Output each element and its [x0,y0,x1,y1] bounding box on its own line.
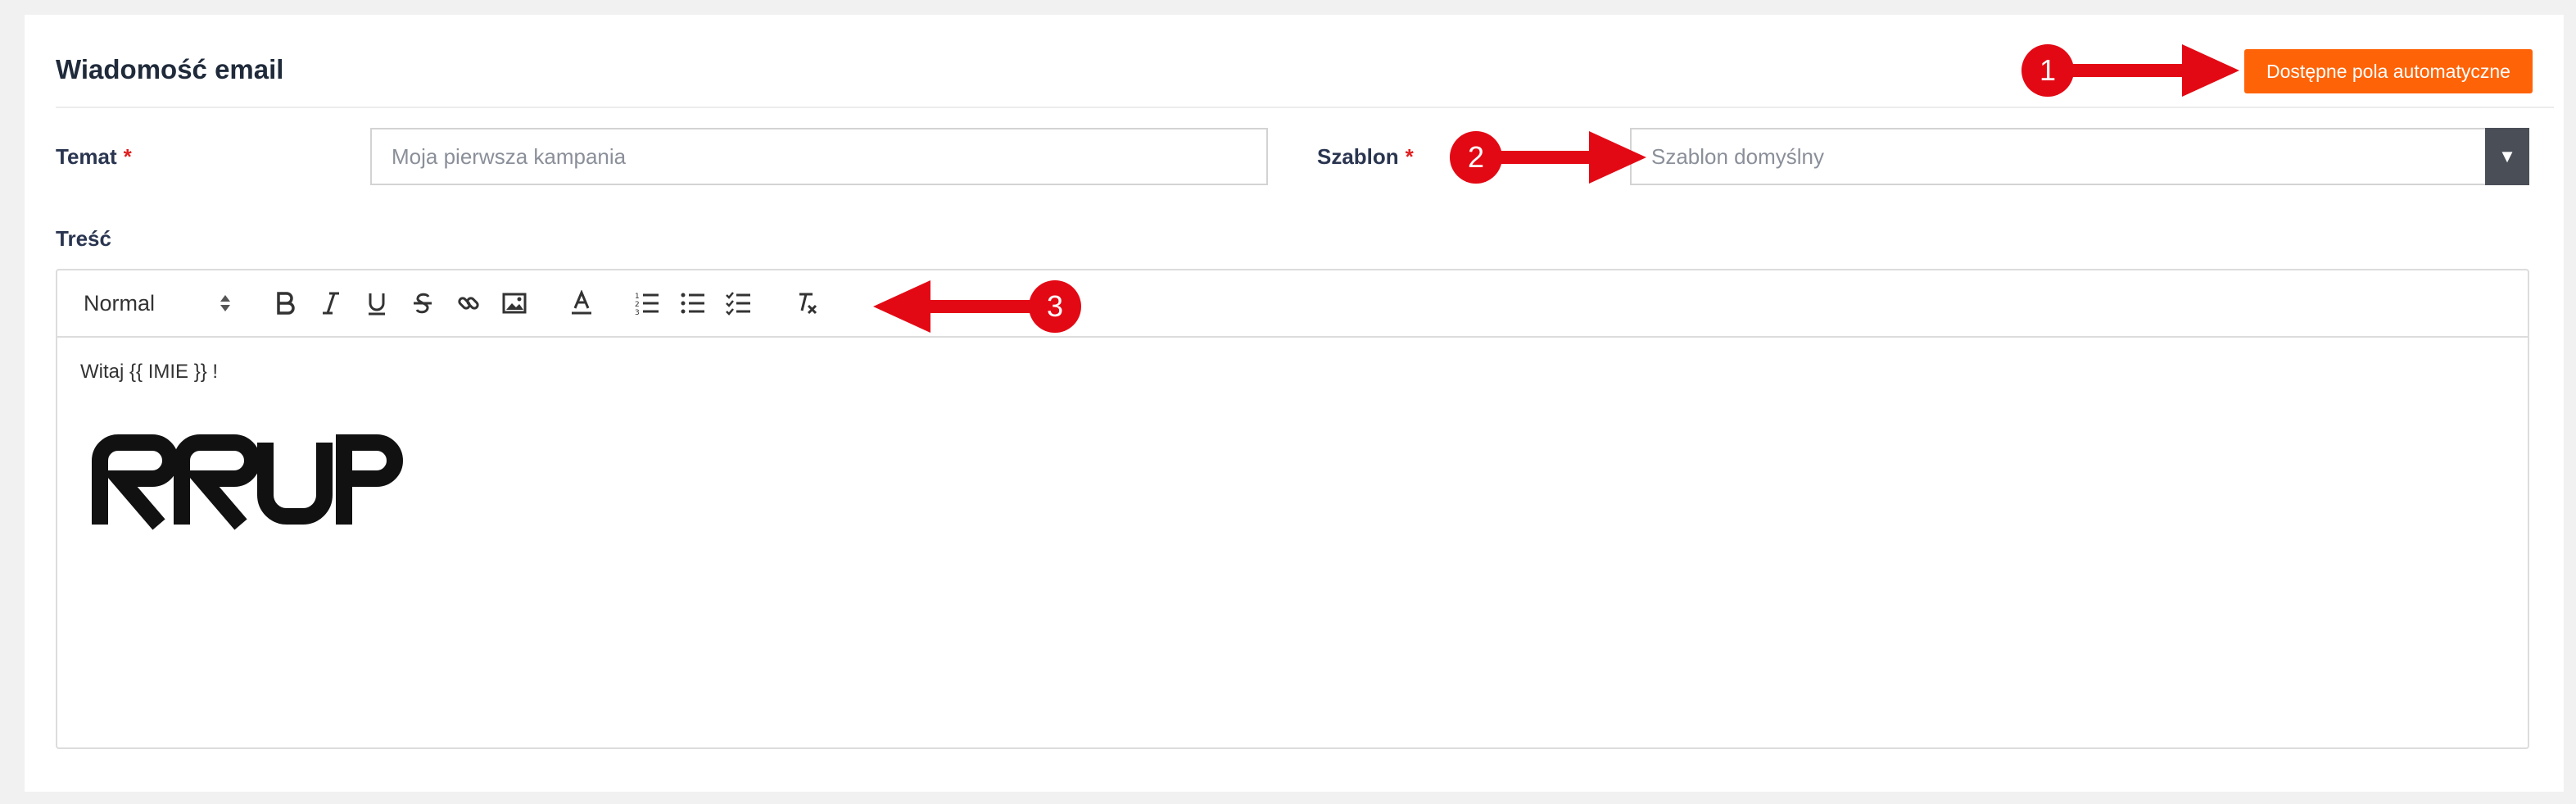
annotation-arrow-1-icon [2071,44,2239,97]
svg-text:3: 3 [635,309,640,316]
template-selected-value: Szablon domyślny [1651,143,1824,169]
checklist-icon [726,291,752,316]
header-divider [56,107,2554,108]
template-label: Szablon * [1317,144,1414,169]
caret-down-icon: ▼ [2498,146,2516,166]
clear-format-button[interactable] [781,270,831,336]
subject-input[interactable]: Moja pierwsza kampania [370,128,1268,185]
image-button[interactable] [491,270,537,336]
text-color-icon [569,290,594,316]
bullet-list-icon [680,291,706,316]
bold-button[interactable] [262,270,308,336]
card-title: Wiadomość email [56,54,284,84]
rrup-logo [88,434,408,535]
required-mark: * [1405,144,1414,169]
link-icon [456,291,481,316]
annotation-badge-3: 3 [1029,280,1081,333]
body-label: Treść [56,226,111,251]
required-mark: * [123,144,132,169]
italic-button[interactable] [308,270,354,336]
annotation-badge-2: 2 [1450,131,1502,184]
ordered-list-button[interactable]: 123 [624,270,670,336]
annotation-badge-1: 1 [2021,44,2074,97]
sort-arrows-icon [220,293,231,313]
italic-icon [319,291,342,316]
format-select[interactable]: Normal [84,270,231,336]
rich-text-editor: Normal 1 2 3 Witaj {{IMIE}} ! [56,269,2529,749]
underline-icon [365,291,388,316]
link-button[interactable] [446,270,491,336]
svg-text:1: 1 [635,293,640,301]
ordered-list-icon: 123 [634,291,660,316]
editor-content-text[interactable]: Witaj {{ IMIE }} ! [80,361,218,384]
underline-button[interactable] [354,270,400,336]
bold-icon [274,291,297,316]
bullet-list-button[interactable] [670,270,716,336]
email-message-card: Wiadomość email Dostępne pola automatycz… [25,15,2564,792]
subject-placeholder: Moja pierwsza kampania [392,143,627,169]
image-icon [502,292,527,315]
annotation-arrow-3-icon [873,280,1037,333]
subject-label: Temat * [56,144,132,169]
strikethrough-button[interactable] [400,270,446,336]
clear-format-icon [793,291,819,316]
svg-text:2: 2 [635,301,640,309]
editor-toolbar: Normal 1 2 3 [57,270,2528,338]
text-color-button[interactable] [557,270,606,336]
checklist-button[interactable] [716,270,762,336]
template-select[interactable]: Szablon domyślny [1630,128,2487,185]
strikethrough-icon [411,291,434,316]
available-auto-fields-button[interactable]: Dostępne pola automatyczne [2244,49,2533,93]
format-select-value: Normal [84,290,156,316]
annotation-arrow-2-icon [1499,131,1646,184]
template-dropdown-button[interactable]: ▼ [2485,128,2529,185]
